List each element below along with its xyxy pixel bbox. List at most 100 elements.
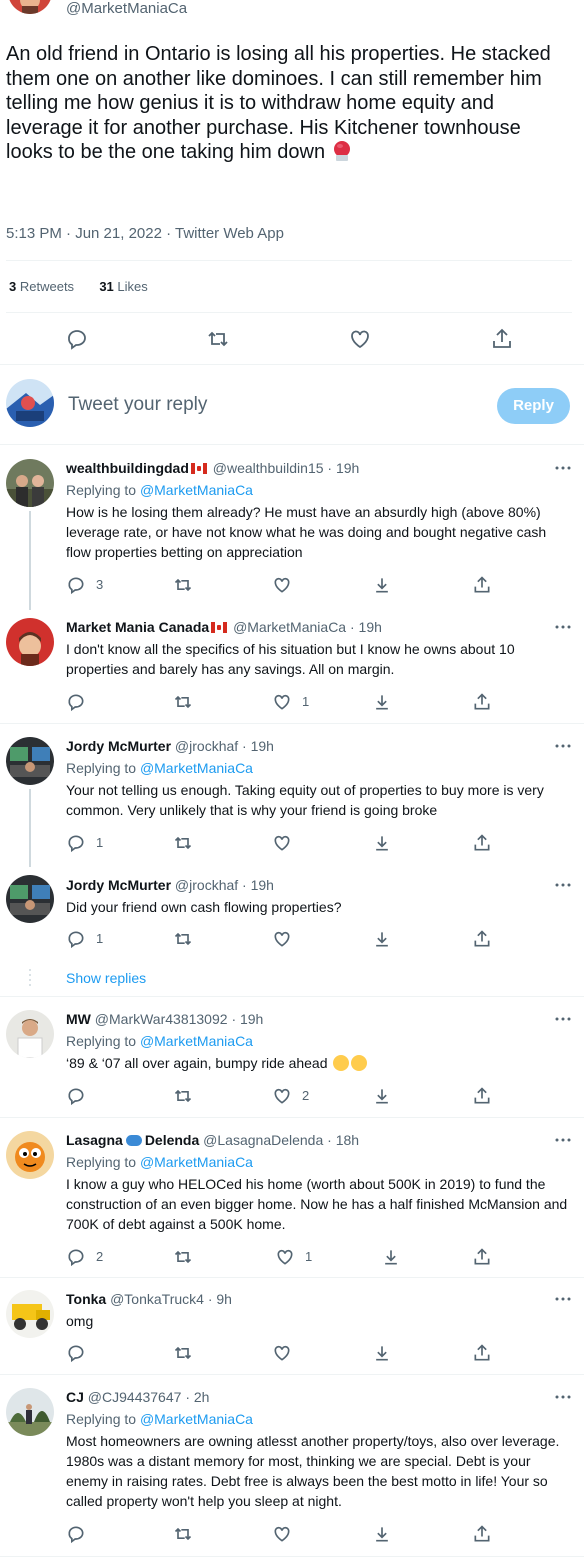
mention-link[interactable]: @MarketManiaCa xyxy=(140,1411,253,1427)
likes-stat[interactable]: 31 Likes xyxy=(99,279,147,294)
retweet-action[interactable] xyxy=(173,1343,233,1363)
avatar[interactable] xyxy=(6,1388,54,1436)
more-icon[interactable] xyxy=(554,461,572,475)
post-time[interactable]: · 9h xyxy=(208,1291,232,1307)
user-handle[interactable]: @jrockhaf xyxy=(175,877,238,893)
reply-action[interactable]: 3 xyxy=(66,575,126,595)
reply-action[interactable] xyxy=(66,1086,126,1106)
like-action[interactable]: 2 xyxy=(272,1086,332,1106)
share-action[interactable] xyxy=(472,692,532,712)
avatar[interactable] xyxy=(6,1010,54,1058)
retweet-action[interactable] xyxy=(173,692,233,712)
download-action[interactable] xyxy=(372,1343,432,1363)
share-icon[interactable] xyxy=(490,327,514,351)
retweet-action[interactable] xyxy=(173,929,233,949)
reply-button[interactable]: Reply xyxy=(497,388,570,424)
display-name[interactable]: Lasagna xyxy=(66,1132,123,1148)
avatar[interactable] xyxy=(6,459,54,507)
retweet-icon[interactable] xyxy=(206,327,230,351)
avatar[interactable] xyxy=(6,737,54,785)
share-action[interactable] xyxy=(472,833,532,853)
reply-input[interactable]: Tweet your reply xyxy=(68,393,207,417)
retweet-action[interactable] xyxy=(173,1247,233,1267)
reply-action[interactable] xyxy=(66,1524,126,1544)
user-handle[interactable]: @LasagnaDelenda xyxy=(203,1132,323,1148)
retweets-stat[interactable]: 3 Retweets xyxy=(9,279,74,294)
reply-action[interactable] xyxy=(66,1343,126,1363)
boxing-glove-emoji xyxy=(331,140,353,162)
retweet-action[interactable] xyxy=(173,833,233,853)
post-time[interactable]: · 19h xyxy=(350,619,382,635)
more-icon[interactable] xyxy=(554,878,572,892)
share-action[interactable] xyxy=(472,575,532,595)
share-action[interactable] xyxy=(472,1086,532,1106)
reply-action[interactable]: 1 xyxy=(66,833,126,853)
more-icon[interactable] xyxy=(554,1012,572,1026)
like-action[interactable]: 1 xyxy=(275,1247,335,1267)
display-name[interactable]: Jordy McMurter xyxy=(66,877,171,893)
more-icon[interactable] xyxy=(554,1133,572,1147)
download-action[interactable] xyxy=(372,1086,432,1106)
avatar[interactable] xyxy=(6,875,54,923)
author-handle[interactable]: @MarketManiaCa xyxy=(66,0,187,18)
user-handle[interactable]: @TonkaTruck4 xyxy=(110,1291,204,1307)
display-name-suffix[interactable]: Delenda xyxy=(145,1132,199,1148)
post-time[interactable]: · 19h xyxy=(327,460,359,476)
mention-link[interactable]: @MarketManiaCa xyxy=(140,1033,253,1049)
like-icon[interactable] xyxy=(348,327,372,351)
mention-link[interactable]: @MarketManiaCa xyxy=(140,1154,253,1170)
user-handle[interactable]: @MarketManiaCa xyxy=(233,619,346,635)
mention-link[interactable]: @MarketManiaCa xyxy=(140,482,253,498)
display-name[interactable]: MW xyxy=(66,1011,91,1027)
like-action[interactable] xyxy=(272,1343,332,1363)
display-name[interactable]: Market Mania Canada xyxy=(66,619,209,635)
reply-icon[interactable] xyxy=(65,327,89,351)
retweet-action[interactable] xyxy=(173,1086,233,1106)
more-icon[interactable] xyxy=(554,1292,572,1306)
reply-action[interactable]: 2 xyxy=(66,1247,126,1267)
author-avatar[interactable] xyxy=(8,0,52,14)
post-time[interactable]: · 18h xyxy=(327,1132,359,1148)
user-handle[interactable]: @MarkWar43813092 xyxy=(95,1011,228,1027)
retweet-action[interactable] xyxy=(173,1524,233,1544)
user-handle[interactable]: @jrockhaf xyxy=(175,738,238,754)
like-action[interactable] xyxy=(272,833,332,853)
download-action[interactable] xyxy=(372,833,432,853)
more-icon[interactable] xyxy=(554,620,572,634)
reply-action[interactable]: 1 xyxy=(66,929,126,949)
more-icon[interactable] xyxy=(554,739,572,753)
download-action[interactable] xyxy=(372,575,432,595)
post-time[interactable]: · 2h xyxy=(185,1389,209,1405)
like-action[interactable] xyxy=(272,1524,332,1544)
more-icon[interactable] xyxy=(554,1390,572,1404)
display-name[interactable]: Jordy McMurter xyxy=(66,738,171,754)
avatar[interactable] xyxy=(6,1131,54,1179)
download-action[interactable] xyxy=(372,929,432,949)
display-name[interactable]: Tonka xyxy=(66,1291,106,1307)
display-name[interactable]: wealthbuildingdad xyxy=(66,460,189,476)
avatar[interactable] xyxy=(6,618,54,666)
post-time[interactable]: · 19h xyxy=(242,738,274,754)
avatar[interactable] xyxy=(6,1290,54,1338)
download-action[interactable] xyxy=(381,1247,441,1267)
download-action[interactable] xyxy=(372,692,432,712)
show-replies-link[interactable]: Show replies xyxy=(66,969,146,987)
share-action[interactable] xyxy=(472,1343,532,1363)
share-action[interactable] xyxy=(472,1524,532,1544)
display-name[interactable]: CJ xyxy=(66,1389,84,1405)
reply-action[interactable] xyxy=(66,692,126,712)
post-time[interactable]: · 19h xyxy=(242,877,274,893)
user-handle[interactable]: @wealthbuildin15 xyxy=(213,460,324,476)
retweet-action[interactable] xyxy=(173,575,233,595)
like-action[interactable] xyxy=(272,575,332,595)
share-action[interactable] xyxy=(472,929,532,949)
like-action[interactable] xyxy=(272,929,332,949)
tweet-timestamp[interactable]: 5:13 PM · Jun 21, 2022 · Twitter Web App xyxy=(6,225,284,243)
download-action[interactable] xyxy=(372,1524,432,1544)
share-action[interactable] xyxy=(472,1247,532,1267)
user-handle[interactable]: @CJ94437647 xyxy=(88,1389,182,1405)
mention-link[interactable]: @MarketManiaCa xyxy=(140,760,253,776)
my-avatar[interactable] xyxy=(6,379,54,427)
post-time[interactable]: · 19h xyxy=(231,1011,263,1027)
like-action[interactable]: 1 xyxy=(272,692,332,712)
